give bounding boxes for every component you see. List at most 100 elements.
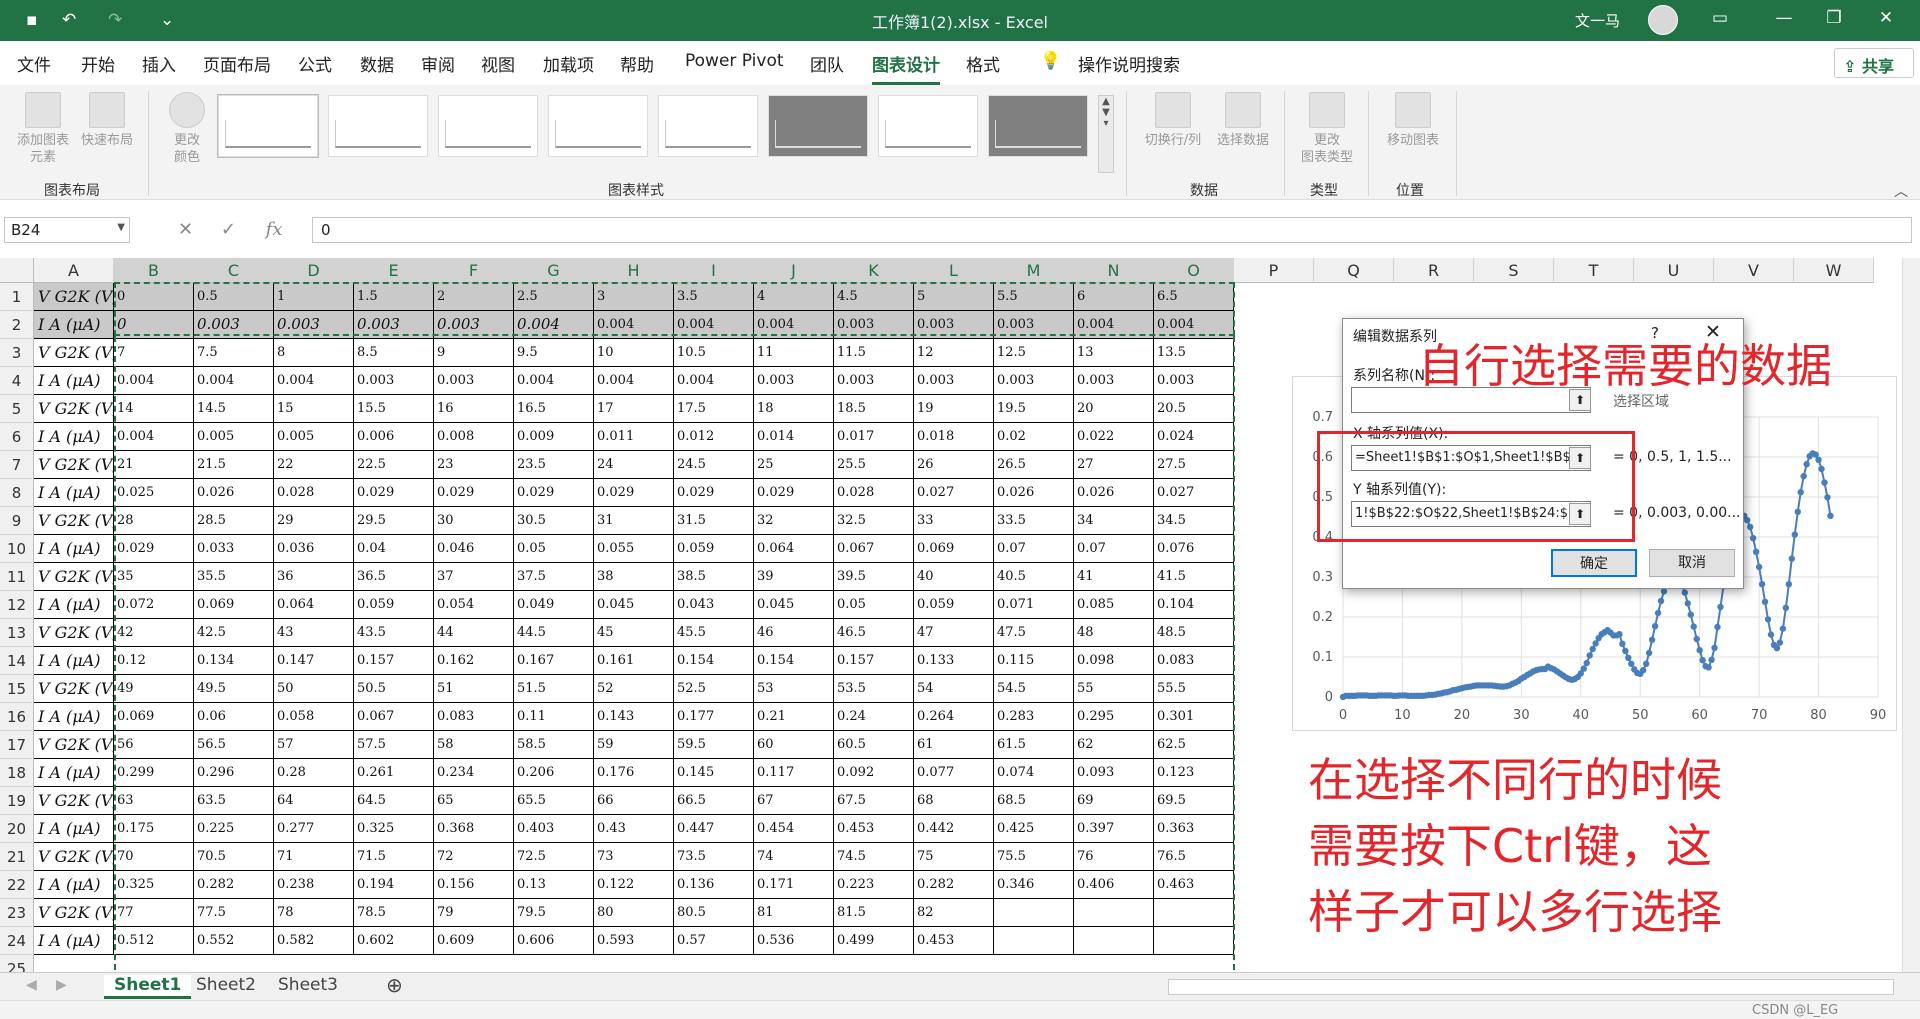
row-header-2[interactable]: 2 bbox=[0, 311, 34, 339]
table-cell[interactable]: 41 bbox=[1074, 563, 1154, 591]
data-point[interactable] bbox=[1761, 598, 1769, 605]
chart-styles-scroll[interactable]: ▲ ▼ ▾ bbox=[1098, 95, 1114, 173]
vertical-scrollbar[interactable] bbox=[1902, 258, 1920, 972]
table-cell[interactable]: 1 bbox=[274, 283, 354, 311]
table-cell[interactable]: 5 bbox=[914, 283, 994, 311]
table-cell[interactable]: 0.277 bbox=[274, 815, 354, 843]
table-cell[interactable]: 0.064 bbox=[754, 535, 834, 563]
table-cell[interactable]: 0.003 bbox=[834, 367, 914, 395]
table-cell[interactable]: 0.029 bbox=[434, 479, 514, 507]
table-cell[interactable]: 58 bbox=[434, 731, 514, 759]
change-chart-type-button[interactable]: 更改 图表类型 bbox=[1290, 90, 1364, 166]
tab-page-layout[interactable]: 页面布局 bbox=[203, 51, 271, 76]
table-cell[interactable]: 0.098 bbox=[1074, 647, 1154, 675]
column-header-u[interactable]: U bbox=[1634, 258, 1714, 283]
table-cell[interactable]: 70.5 bbox=[194, 843, 274, 871]
table-cell[interactable]: 49 bbox=[114, 675, 194, 703]
table-cell[interactable]: 15.5 bbox=[354, 395, 434, 423]
table-cell[interactable]: 57 bbox=[274, 731, 354, 759]
table-cell[interactable]: 51 bbox=[434, 675, 514, 703]
row-header-7[interactable]: 7 bbox=[0, 451, 34, 479]
table-cell[interactable]: 0.004 bbox=[514, 311, 594, 339]
table-cell[interactable]: 14.5 bbox=[194, 395, 274, 423]
row-header-14[interactable]: 14 bbox=[0, 647, 34, 675]
table-cell[interactable]: 14 bbox=[114, 395, 194, 423]
table-cell[interactable]: 0.225 bbox=[194, 815, 274, 843]
data-point[interactable] bbox=[1580, 665, 1587, 672]
table-cell[interactable]: 0.21 bbox=[754, 703, 834, 731]
ribbon-display-icon[interactable]: ▭ bbox=[1700, 8, 1740, 28]
row-label[interactable]: V G2K (V) bbox=[34, 843, 114, 871]
data-point[interactable] bbox=[1687, 611, 1694, 618]
table-cell[interactable]: 2.5 bbox=[514, 283, 594, 311]
table-cell[interactable]: 66.5 bbox=[674, 787, 754, 815]
table-cell[interactable]: 80.5 bbox=[674, 899, 754, 927]
table-cell[interactable]: 55 bbox=[1074, 675, 1154, 703]
table-cell[interactable]: 0.003 bbox=[274, 311, 354, 339]
table-cell[interactable]: 48.5 bbox=[1154, 619, 1234, 647]
table-cell[interactable]: 70 bbox=[114, 843, 194, 871]
table-cell[interactable]: 73.5 bbox=[674, 843, 754, 871]
table-cell[interactable]: 0.071 bbox=[994, 591, 1074, 619]
table-cell[interactable]: 0.045 bbox=[594, 591, 674, 619]
chart-style-6[interactable] bbox=[768, 95, 868, 157]
column-header-i[interactable]: I bbox=[674, 258, 754, 283]
table-cell[interactable]: 56.5 bbox=[194, 731, 274, 759]
table-cell[interactable]: 0.059 bbox=[914, 591, 994, 619]
table-cell[interactable]: 22 bbox=[274, 451, 354, 479]
data-point[interactable] bbox=[1800, 473, 1807, 480]
row-header-1[interactable]: 1 bbox=[0, 283, 34, 311]
table-cell[interactable]: 0.346 bbox=[994, 871, 1074, 899]
move-chart-button[interactable]: 移动图表 bbox=[1376, 90, 1450, 149]
table-cell[interactable]: 0.033 bbox=[194, 535, 274, 563]
column-header-o[interactable]: O bbox=[1154, 258, 1234, 283]
table-cell[interactable]: 0.05 bbox=[834, 591, 914, 619]
data-point[interactable] bbox=[1622, 647, 1629, 655]
column-header-v[interactable]: V bbox=[1714, 258, 1794, 283]
column-header-m[interactable]: M bbox=[994, 258, 1074, 283]
column-header-e[interactable]: E bbox=[354, 258, 434, 283]
insert-function-icon[interactable]: fx bbox=[266, 219, 283, 240]
table-cell[interactable]: 35 bbox=[114, 563, 194, 591]
table-cell[interactable]: 72 bbox=[434, 843, 514, 871]
data-point[interactable] bbox=[1711, 644, 1718, 651]
row-label[interactable]: I A (μA) bbox=[34, 591, 114, 619]
table-cell[interactable]: 0.156 bbox=[434, 871, 514, 899]
table-cell[interactable]: 12 bbox=[914, 339, 994, 367]
table-cell[interactable]: 54 bbox=[914, 675, 994, 703]
table-cell[interactable]: 10.5 bbox=[674, 339, 754, 367]
table-cell[interactable]: 23 bbox=[434, 451, 514, 479]
table-cell[interactable]: 0.582 bbox=[274, 927, 354, 955]
table-cell[interactable]: 0.175 bbox=[114, 815, 194, 843]
row-header-6[interactable]: 6 bbox=[0, 423, 34, 451]
data-point[interactable] bbox=[1654, 609, 1662, 617]
data-point[interactable] bbox=[1699, 657, 1706, 664]
tab-addins[interactable]: 加载项 bbox=[543, 51, 594, 76]
data-point[interactable] bbox=[1797, 489, 1804, 496]
table-cell[interactable]: 30.5 bbox=[514, 507, 594, 535]
table-cell[interactable]: 0.003 bbox=[434, 311, 514, 339]
table-cell[interactable]: 0.167 bbox=[514, 647, 594, 675]
table-cell[interactable]: 0.602 bbox=[354, 927, 434, 955]
quick-layout-button[interactable]: 快速布局 bbox=[70, 90, 144, 149]
column-header-l[interactable]: L bbox=[914, 258, 994, 283]
table-cell[interactable]: 12.5 bbox=[994, 339, 1074, 367]
tab-file[interactable]: 文件 bbox=[17, 51, 51, 76]
table-cell[interactable]: 16.5 bbox=[514, 395, 594, 423]
table-cell[interactable]: 65.5 bbox=[514, 787, 594, 815]
table-cell[interactable]: 39.5 bbox=[834, 563, 914, 591]
table-cell[interactable]: 0.054 bbox=[434, 591, 514, 619]
x-values-input[interactable]: =Sheet1!$B$1:$O$1,Sheet1!$B$3:$O$3 bbox=[1351, 445, 1591, 471]
table-cell[interactable]: 60 bbox=[754, 731, 834, 759]
column-header-a[interactable]: A bbox=[34, 258, 114, 283]
table-cell[interactable]: 77 bbox=[114, 899, 194, 927]
table-cell[interactable]: 0.025 bbox=[114, 479, 194, 507]
data-point[interactable] bbox=[1681, 589, 1689, 596]
table-cell[interactable]: 38 bbox=[594, 563, 674, 591]
table-cell[interactable]: 25.5 bbox=[834, 451, 914, 479]
column-header-f[interactable]: F bbox=[434, 258, 514, 283]
row-label[interactable]: V G2K (V) bbox=[34, 339, 114, 367]
sheet-tab-3[interactable]: Sheet3 bbox=[268, 975, 348, 999]
data-point[interactable] bbox=[1690, 623, 1697, 630]
table-cell[interactable]: 66 bbox=[594, 787, 674, 815]
